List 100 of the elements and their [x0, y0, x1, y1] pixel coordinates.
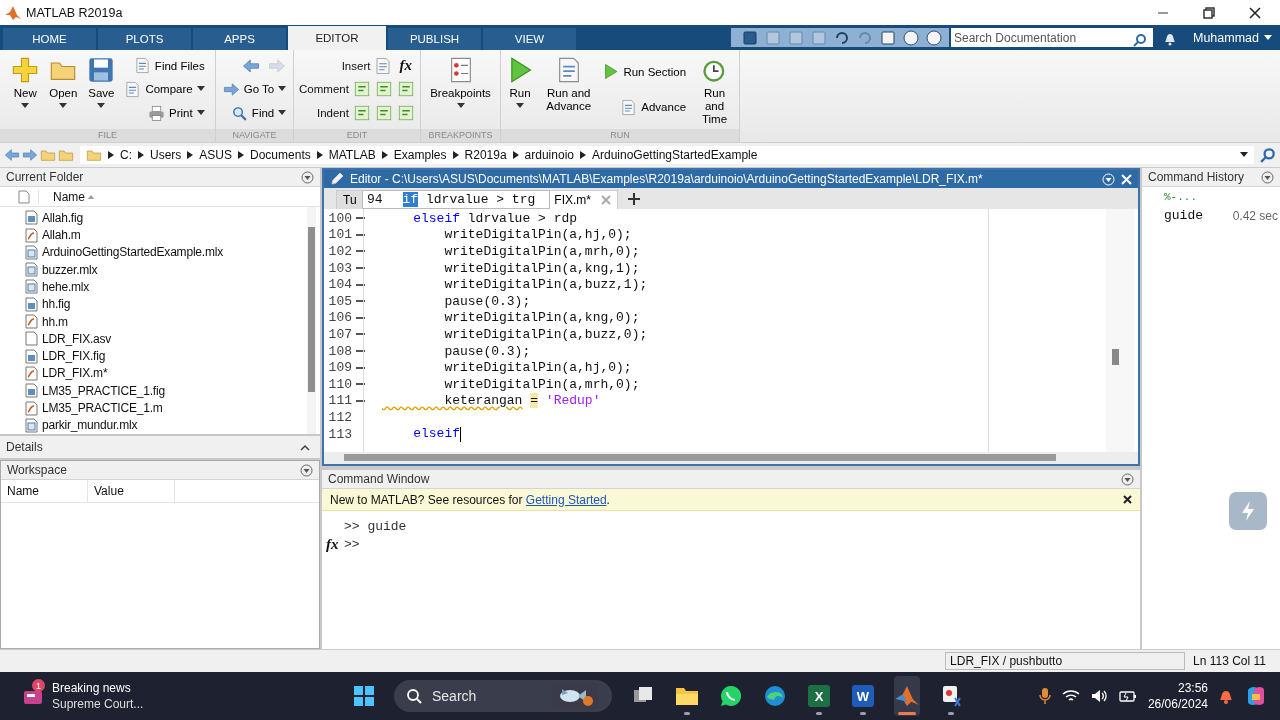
path-segment[interactable]: Examples [393, 148, 447, 162]
scrollbar[interactable] [1106, 209, 1134, 452]
breakpoint-dash[interactable] [356, 333, 365, 336]
chevron-up-icon[interactable] [300, 443, 310, 451]
panel-menu-icon[interactable] [1261, 170, 1274, 184]
address-bar[interactable]: C: Users ASUS Documents MATLAB Examples R2019a arduinoio ArduinoGettingStartedExample [80, 146, 1254, 164]
history-entry[interactable]: guide [1164, 208, 1203, 223]
plus-icon[interactable] [628, 193, 640, 205]
breakpoint-dash[interactable] [356, 316, 365, 319]
file-name[interactable]: LM35_PRACTICE_1.m [42, 401, 163, 416]
line-number: 109 [327, 360, 352, 376]
panel-menu-icon[interactable] [301, 170, 314, 184]
function-button[interactable]: fx [396, 57, 415, 75]
toolstrip-button[interactable]: Go To [220, 79, 289, 99]
panel-menu-icon[interactable] [1121, 472, 1134, 486]
volume-icon[interactable] [1089, 688, 1108, 704]
file-name[interactable]: Allah.fig [42, 210, 83, 225]
file-name[interactable]: LDR_FIX.asv [42, 331, 112, 346]
ribbon-tab[interactable]: PLOTS [98, 28, 191, 50]
file-name[interactable]: parkir_mundur.mlx [42, 418, 138, 433]
close-icon[interactable] [1123, 495, 1132, 504]
column-header[interactable]: Value [88, 480, 175, 502]
function-browser-button[interactable]: fx [326, 535, 344, 553]
taskbar-button[interactable]: W [850, 676, 876, 716]
file-name[interactable]: ArduinoGettingStartedExample.mlx [42, 245, 224, 260]
toolstrip-button[interactable]: Find Files [131, 56, 207, 76]
breakpoint-dash[interactable] [356, 217, 365, 220]
browser-icon[interactable] [763, 684, 787, 708]
panel-menu-icon[interactable] [300, 463, 313, 477]
chat-bubble-icon[interactable] [719, 684, 743, 708]
line-number: 112 [327, 409, 352, 425]
scrollbar[interactable] [307, 207, 316, 434]
caret-icon[interactable] [1240, 152, 1248, 158]
toolstrip-button[interactable]: New [8, 54, 43, 129]
ribbon-tab[interactable]: APPS [193, 28, 286, 50]
file-name[interactable]: buzzer.mlx [42, 262, 98, 277]
file-name[interactable]: LDR_FIX.fig [42, 349, 106, 364]
ribbon-tab[interactable]: PUBLISH [388, 28, 481, 50]
toolstrip-button[interactable]: Open [46, 54, 81, 129]
file-name[interactable]: Allah.m [42, 228, 81, 243]
path-segment[interactable]: arduinoio [524, 148, 574, 162]
battery-icon[interactable] [1117, 688, 1138, 704]
ribbon-tab[interactable]: HOME [3, 28, 96, 50]
breakpoint-dash[interactable] [356, 300, 365, 303]
toolstrip-button[interactable]: Run Section [600, 62, 689, 82]
toolstrip-button[interactable]: Print [146, 103, 207, 123]
user-menu[interactable]: Muhammad [1187, 25, 1280, 50]
path-segment[interactable]: Users [150, 148, 182, 162]
file-name[interactable]: hehe.mlx [42, 279, 90, 294]
breakpoint-dash[interactable] [356, 250, 365, 253]
section-label: FILE [0, 129, 215, 142]
line-number: 105 [327, 293, 352, 309]
toolstrip-button[interactable]: Save [84, 54, 119, 129]
wifi-icon[interactable] [1061, 688, 1080, 704]
scrollbar[interactable] [324, 452, 1138, 464]
breakpoint-dash[interactable] [356, 283, 365, 286]
file-name[interactable]: LM35_PRACTICE_1.fig [42, 383, 165, 398]
news-title[interactable]: Breaking news [52, 680, 144, 696]
microphone-icon[interactable] [1037, 687, 1052, 705]
breakpoint-dash[interactable] [356, 350, 365, 353]
windows-logo-icon[interactable] [352, 684, 376, 708]
path-segment[interactable]: Documents [250, 148, 311, 162]
toolstrip-button[interactable]: Breakpoints [429, 54, 492, 129]
document-icon [396, 104, 415, 123]
toolstrip-button[interactable]: Compare [122, 80, 207, 99]
app-tile-icon[interactable]: W [852, 685, 874, 707]
restore-icon[interactable] [1202, 5, 1216, 20]
arrow-right-icon [22, 147, 38, 163]
breakpoint-dash[interactable] [356, 366, 365, 369]
file-name[interactable]: hh.fig [42, 297, 71, 312]
breakpoint-dash[interactable] [356, 267, 365, 270]
toolstrip-button[interactable]: Run and Advance [541, 54, 597, 129]
caret-icon [516, 103, 524, 109]
toolstrip-button[interactable]: Run [503, 54, 537, 129]
breakpoint-dash[interactable] [356, 233, 365, 236]
path-segment[interactable]: ASUS [199, 148, 233, 162]
breakpoint-dash[interactable] [356, 383, 365, 386]
clock[interactable]: 23:56 26/06/2024 [1147, 680, 1208, 712]
toolstrip-button[interactable]: Advance [618, 97, 689, 117]
toolstrip-button[interactable]: Run and Time [692, 54, 737, 129]
column-header[interactable]: Name [1, 480, 88, 502]
column-header[interactable]: Name [38, 189, 94, 204]
file-name[interactable]: hh.m [42, 314, 68, 329]
ribbon-tab[interactable]: EDITOR [288, 26, 386, 50]
path-segment[interactable]: C: [120, 148, 132, 162]
search-icon[interactable] [1260, 147, 1276, 163]
toolstrip-button[interactable]: Find [228, 103, 289, 123]
app-tile-icon[interactable]: X [808, 685, 830, 707]
history-entry[interactable]: %-... [1164, 190, 1197, 203]
matlab-logo[interactable] [894, 684, 920, 708]
file-name[interactable]: LDR_FIX.m* [42, 366, 108, 381]
close-icon[interactable] [1248, 5, 1262, 20]
path-segment[interactable]: MATLAB [328, 148, 376, 162]
breakpoint-dash[interactable] [356, 399, 365, 402]
path-segment[interactable]: ArduinoGettingStartedExample [591, 148, 758, 162]
taskbar-button[interactable]: X [806, 676, 832, 716]
search-field[interactable]: Search Documentation [951, 28, 1153, 47]
getting-started-link[interactable]: Getting Started [525, 492, 607, 507]
ribbon-tab[interactable]: VIEW [483, 28, 576, 50]
path-segment[interactable]: R2019a [464, 148, 507, 162]
